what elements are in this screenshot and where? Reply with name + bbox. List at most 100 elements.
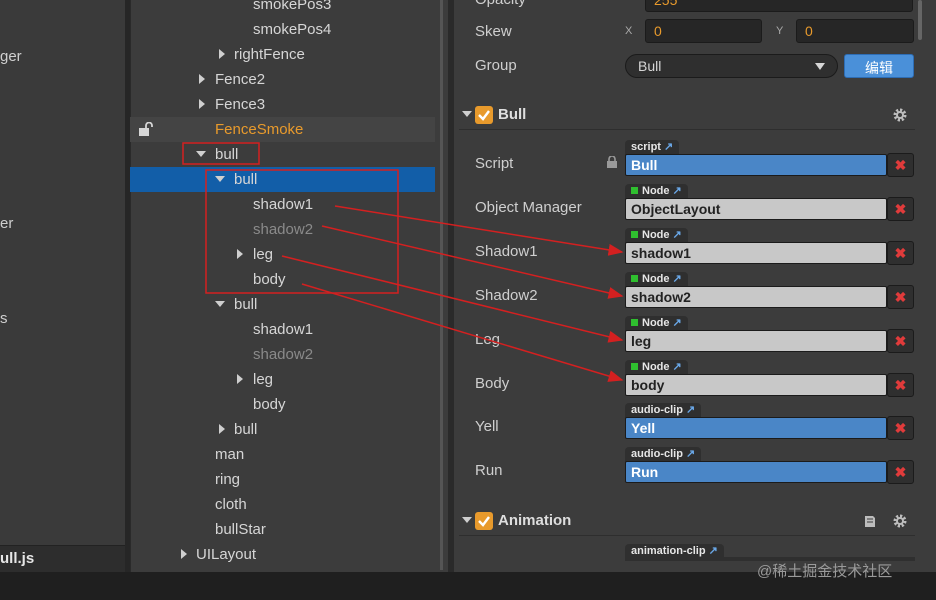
hierarchy-node[interactable]: rightFence [130,42,435,67]
hierarchy-node-label: shadow2 [253,346,314,363]
script-field[interactable]: Bull [625,154,887,176]
clear-reference-button[interactable]: ✖ [887,329,914,353]
inspector-scrollbar[interactable] [918,0,922,40]
edit-group-button[interactable]: 编辑 [844,54,914,78]
hierarchy-node[interactable]: shadow1 [130,317,435,342]
hierarchy-node[interactable]: shadow2 [130,217,435,242]
hierarchy-node[interactable]: bull [130,292,435,317]
skew-y-field[interactable]: 0 [796,19,914,43]
asset-item[interactable]: ger [0,48,22,65]
hierarchy-node-label: bullStar [215,521,266,538]
hierarchy-node-label: rightFence [234,46,305,63]
hierarchy-node-label: shadow1 [253,196,314,213]
hierarchy-node[interactable]: UILayout [130,542,435,567]
component-title: Bull [498,106,527,123]
external-link-icon[interactable]: ↗ [664,140,673,155]
script-label: Script [475,155,514,172]
hierarchy-node[interactable]: bull [130,142,435,167]
hierarchy-node[interactable]: FenceSmoke [130,117,435,142]
collapse-triangle-icon[interactable] [462,111,472,117]
hierarchy-node[interactable]: body [130,267,435,292]
type-tag-label: Node [642,185,670,197]
external-link-icon[interactable]: ↗ [673,272,682,287]
hierarchy-node-label: man [215,446,245,463]
animation-component-header[interactable]: Animation [459,506,915,536]
lock-icon [607,156,617,168]
expanded-triangle-icon[interactable] [215,301,225,307]
hierarchy-node-label: leg [253,246,274,263]
yell-field[interactable]: Yell [625,417,887,439]
shadow2-field[interactable]: shadow2 [625,286,887,308]
opacity-field[interactable]: 255 [645,0,913,12]
body-field[interactable]: body [625,374,887,396]
hierarchy-node-label: smokePos4 [253,21,332,38]
clear-reference-button[interactable]: ✖ [887,241,914,265]
clear-reference-button[interactable]: ✖ [887,373,914,397]
hierarchy-node[interactable]: shadow1 [130,192,435,217]
object-manager-field[interactable]: ObjectLayout [625,198,887,220]
collapse-triangle-icon[interactable] [462,517,472,523]
node-type-icon [631,275,638,282]
clear-reference-button[interactable]: ✖ [887,460,914,484]
hierarchy-node[interactable]: bull [130,167,435,192]
hierarchy-node[interactable]: leg [130,367,435,392]
hierarchy-node[interactable]: smokePos3 [130,0,435,17]
skew-x-axis-label: X [625,25,633,37]
collapsed-triangle-icon[interactable] [237,374,243,384]
hierarchy-scrollbar[interactable] [440,0,443,570]
group-select-value: Bull [638,58,662,74]
hierarchy-node[interactable]: ring [130,467,435,492]
external-link-icon[interactable]: ↗ [673,360,682,375]
selected-asset-name[interactable]: ull.js [0,550,34,567]
shadow2-type-tag: Node ↗ [625,272,688,287]
clear-reference-button[interactable]: ✖ [887,197,914,221]
external-link-icon[interactable]: ↗ [686,447,695,462]
bull-component-header[interactable]: Bull [459,100,915,130]
leg-type-tag: Node ↗ [625,316,688,331]
hierarchy-node[interactable]: bullStar [130,517,435,542]
gear-icon[interactable] [892,107,908,123]
hierarchy-node[interactable]: leg [130,242,435,267]
hierarchy-node[interactable]: Fence2 [130,67,435,92]
hierarchy-node[interactable]: cloth [130,492,435,517]
hierarchy-node[interactable]: body [130,392,435,417]
external-link-icon[interactable]: ↗ [686,403,695,418]
external-link-icon[interactable]: ↗ [673,184,682,199]
enabled-checkbox[interactable] [475,512,493,530]
external-link-icon[interactable]: ↗ [673,316,682,331]
hierarchy-node[interactable]: Fence3 [130,92,435,117]
clear-reference-button[interactable]: ✖ [887,153,914,177]
collapsed-triangle-icon[interactable] [219,49,225,59]
collapsed-triangle-icon[interactable] [199,74,205,84]
chevron-down-icon [815,63,825,70]
yell-type-tag: audio-clip ↗ [625,403,702,418]
clear-reference-button[interactable]: ✖ [887,416,914,440]
collapsed-triangle-icon[interactable] [219,424,225,434]
external-link-icon[interactable]: ↗ [673,228,682,243]
component-title: Animation [498,512,572,529]
unlock-icon[interactable] [138,122,154,136]
skew-x-field[interactable]: 0 [645,19,762,43]
hierarchy-node[interactable]: smokePos4 [130,17,435,42]
shadow1-field[interactable]: shadow1 [625,242,887,264]
expanded-triangle-icon[interactable] [215,176,225,182]
object-manager-type-tag: Node ↗ [625,184,688,199]
leg-field[interactable]: leg [625,330,887,352]
asset-item[interactable]: er [0,215,13,232]
hierarchy-node[interactable]: man [130,442,435,467]
hierarchy-node-label: Fence2 [215,71,266,88]
hierarchy-node[interactable]: bull [130,417,435,442]
gear-icon[interactable] [892,513,908,529]
clear-reference-button[interactable]: ✖ [887,285,914,309]
book-icon[interactable] [862,513,878,529]
collapsed-triangle-icon[interactable] [237,249,243,259]
collapsed-triangle-icon[interactable] [199,99,205,109]
asset-item[interactable]: s [0,310,8,327]
expanded-triangle-icon[interactable] [196,151,206,157]
hierarchy-node[interactable]: shadow2 [130,342,435,367]
body-label: Body [475,375,510,392]
collapsed-triangle-icon[interactable] [181,549,187,559]
group-select[interactable]: Bull [625,54,838,78]
run-field[interactable]: Run [625,461,887,483]
enabled-checkbox[interactable] [475,106,493,124]
